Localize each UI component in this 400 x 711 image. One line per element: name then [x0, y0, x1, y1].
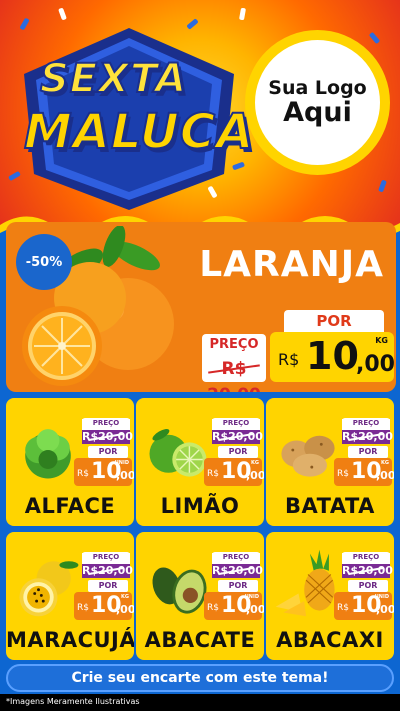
new-price-box: R$ 10,00 KG	[74, 592, 134, 620]
product-name: ALFACE	[24, 494, 116, 518]
discount-badge: -50%	[16, 234, 72, 290]
old-price: R$ 20,00	[202, 356, 266, 392]
logo-placeholder[interactable]: Sua Logo Aqui	[245, 30, 390, 175]
new-price-box: R$ 10,00 KG	[204, 458, 264, 486]
price-decimal: ,00	[246, 469, 264, 482]
currency-symbol: R$	[278, 350, 300, 369]
por-label: POR	[218, 580, 258, 592]
price-decimal: ,00	[376, 469, 394, 482]
old-price-tag: PREÇOR$20,00	[212, 418, 263, 444]
create-flyer-button[interactable]: Crie seu encarte com este tema!	[6, 664, 394, 692]
old-price-tag: PREÇOR$20,00	[212, 552, 263, 578]
product-card[interactable]: PREÇOR$20,00PORR$10,00UNIDABACATE	[136, 532, 264, 660]
preco-label: PREÇO	[212, 419, 260, 427]
price-decimal: ,00	[116, 603, 134, 616]
preco-label: PREÇO	[342, 419, 390, 427]
por-label: POR	[218, 446, 258, 458]
por-label: POR	[348, 580, 388, 592]
title-line-1: SEXTA	[39, 55, 188, 103]
old-price-tag: PREÇOR$20,00	[342, 418, 393, 444]
product-name: ABACAXI	[276, 628, 384, 652]
preco-label: PREÇO	[202, 334, 266, 356]
confetti	[58, 7, 67, 21]
preco-label: PREÇO	[212, 553, 260, 561]
product-name: BATATA	[285, 494, 375, 518]
old-price-tag: PREÇOR$20,00	[82, 418, 133, 444]
logo-text-line-1: Sua Logo	[268, 77, 367, 100]
por-label: POR	[348, 446, 388, 458]
featured-product-name: LARANJA	[199, 244, 384, 285]
new-price-box: R$ 10,00 UNID	[204, 592, 264, 620]
price-unit: KG	[121, 594, 129, 600]
price-unit: UNID	[244, 594, 259, 600]
new-price-box: R$ 10,00 UNID	[74, 458, 134, 486]
old-price-value: R$ 20,00	[207, 359, 261, 392]
preco-label: PREÇO	[342, 553, 390, 561]
old-price-tag: PREÇOR$20,00	[342, 552, 393, 578]
currency-symbol: R$	[337, 469, 349, 479]
confetti	[378, 179, 387, 193]
price-integer: 10	[306, 334, 359, 378]
price-unit: UNID	[374, 594, 389, 600]
product-name: MARACUJÁ	[6, 628, 134, 652]
product-card[interactable]: PREÇOR$20,00PORR$10,00UNIDABACAXI	[266, 532, 394, 660]
product-card[interactable]: PREÇOR$20,00PORR$10,00UNIDALFACE	[6, 398, 134, 526]
por-label: POR	[284, 310, 384, 332]
featured-product-card[interactable]: -50% LARANJA PREÇO R$ 20,00 POR R$ 10 ,0…	[6, 222, 396, 392]
price-unit: UNID	[114, 460, 129, 466]
new-price-box: R$ 10 ,00 KG	[270, 332, 395, 382]
por-label: POR	[88, 580, 128, 592]
product-card[interactable]: PREÇOR$20,00PORR$10,00KGMARACUJÁ	[6, 532, 134, 660]
old-price-tag: PREÇOR$20,00	[82, 552, 133, 578]
por-label: POR	[88, 446, 128, 458]
currency-symbol: R$	[77, 469, 89, 479]
price-unit: KG	[381, 460, 389, 466]
product-card[interactable]: PREÇOR$20,00PORR$10,00KGLIMÃO	[136, 398, 264, 526]
preco-label: PREÇO	[82, 553, 130, 561]
title-line-2: MALUCA	[23, 103, 255, 161]
confetti	[238, 7, 247, 21]
price-decimal: ,00	[246, 603, 264, 616]
product-name: LIMÃO	[160, 494, 240, 518]
preco-label: PREÇO	[82, 419, 130, 427]
price-decimal: ,00	[116, 469, 134, 482]
price-decimal: ,00	[376, 603, 394, 616]
new-price-box: R$ 10,00 KG	[334, 458, 394, 486]
price-unit: KG	[375, 336, 388, 345]
new-price-box: R$ 10,00 UNID	[334, 592, 394, 620]
currency-symbol: R$	[207, 469, 219, 479]
price-decimal: ,00	[356, 352, 395, 377]
currency-symbol: R$	[77, 603, 89, 613]
currency-symbol: R$	[207, 603, 219, 613]
price-unit: KG	[251, 460, 259, 466]
currency-symbol: R$	[337, 603, 349, 613]
confetti	[368, 31, 381, 45]
product-name: ABACATE	[144, 628, 256, 652]
product-card[interactable]: PREÇOR$20,00PORR$10,00KGBATATA	[266, 398, 394, 526]
logo-text-line-2: Aqui	[283, 97, 352, 129]
disclaimer-text: *Imagens Meramente Ilustrativas	[6, 697, 140, 706]
